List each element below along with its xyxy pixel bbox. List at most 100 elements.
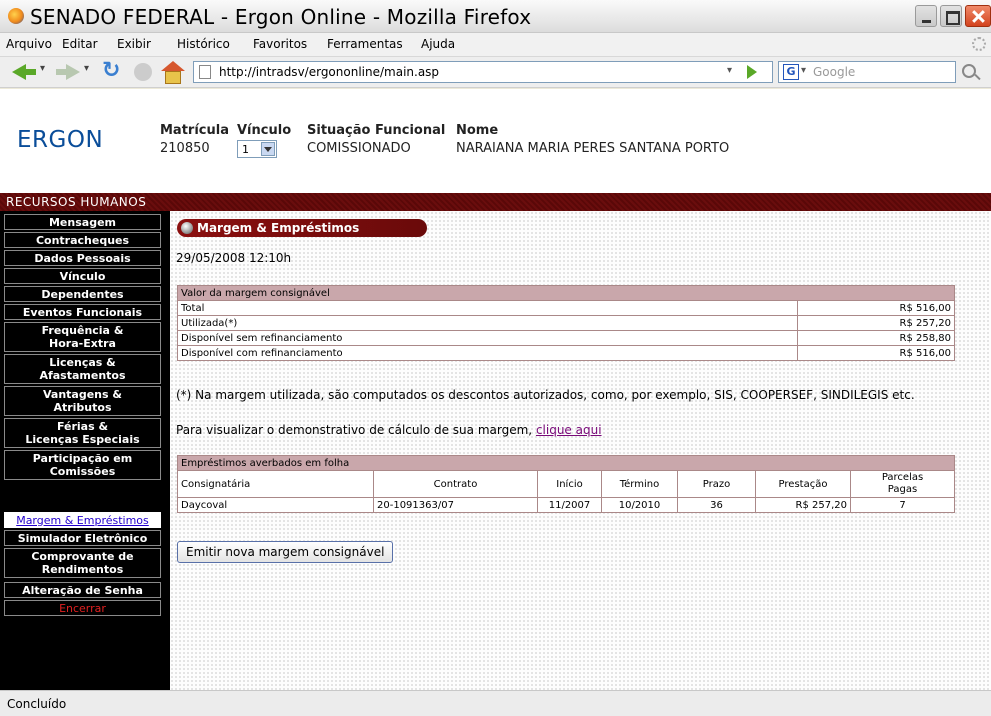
loans-table-caption: Empréstimos averbados em folha: [177, 455, 955, 471]
search-box[interactable]: G ▾ Google: [778, 61, 956, 83]
sidebar-item-eventos-funcionais[interactable]: Eventos Funcionais: [4, 304, 161, 320]
section-title-tab: Margem & Empréstimos: [177, 219, 427, 237]
stop-icon[interactable]: [132, 61, 154, 83]
recursos-humanos-label: RECURSOS HUMANOS: [6, 195, 147, 209]
col-header-contrato: Contrato: [373, 470, 538, 498]
google-icon[interactable]: G: [783, 64, 799, 80]
margin-footnote: (*) Na margem utilizada, são computados …: [176, 388, 915, 402]
forward-history-dropdown[interactable]: [84, 61, 92, 83]
nome-label: Nome: [456, 123, 499, 138]
reload-icon[interactable]: [100, 58, 124, 83]
sidebar-item-vantagens[interactable]: Vantagens & Atributos: [4, 386, 161, 416]
section-title: Margem & Empréstimos: [197, 221, 360, 235]
col-header-parcelas: Parcelas Pagas: [850, 470, 955, 498]
situacao-label: Situação Funcional: [307, 123, 446, 138]
table-header-row: Consignatária Contrato Início Término Pr…: [177, 470, 955, 498]
sidebar-item-frequencia[interactable]: Frequência & Hora-Extra: [4, 322, 161, 352]
menu-editar[interactable]: Editar: [62, 37, 98, 51]
margin-row-value: R$ 257,20: [797, 315, 955, 331]
nome-value: NARAIANA MARIA PERES SANTANA PORTO: [456, 141, 730, 156]
vinculo-value: 1: [242, 143, 249, 156]
magnifier-icon[interactable]: [962, 64, 976, 78]
table-row: Disponível sem refinanciamento R$ 258,80: [177, 330, 955, 346]
col-header-prestacao: Prestação: [755, 470, 851, 498]
sidebar-item-licencas[interactable]: Licenças & Afastamentos: [4, 354, 161, 384]
margin-row-label: Disponível com refinanciamento: [177, 345, 798, 361]
situacao-value: COMISSIONADO: [307, 141, 411, 156]
margin-row-label: Utilizada(*): [177, 315, 798, 331]
minimize-button[interactable]: [915, 5, 937, 27]
table-row: Utilizada(*) R$ 257,20: [177, 315, 955, 331]
sidebar-item-participacao[interactable]: Participação em Comissões: [4, 450, 161, 480]
home-icon[interactable]: [160, 61, 186, 84]
table-row: Disponível com refinanciamento R$ 516,00: [177, 345, 955, 361]
menu-favoritos[interactable]: Favoritos: [253, 37, 307, 51]
sidebar-item-ferias[interactable]: Férias & Licenças Especiais: [4, 418, 161, 448]
chevron-down-icon[interactable]: [261, 142, 275, 156]
col-header-termino: Término: [601, 470, 678, 498]
sidebar-item-vinculo[interactable]: Vínculo: [4, 268, 161, 284]
address-bar[interactable]: http://intradsv/ergononline/main.asp ▾: [193, 61, 773, 83]
menu-ajuda[interactable]: Ajuda: [421, 37, 455, 51]
sidebar-item-mensagem[interactable]: Mensagem: [4, 214, 161, 230]
cell-prestacao: R$ 257,20: [755, 497, 851, 513]
ergon-logo: ERGON: [17, 127, 104, 153]
table-row: Daycoval 20-1091363/07 11/2007 10/2010 3…: [177, 497, 955, 513]
margin-row-value: R$ 516,00: [797, 345, 955, 361]
sidebar-item-contracheques[interactable]: Contracheques: [4, 232, 161, 248]
close-window-button[interactable]: [965, 5, 991, 27]
matricula-value: 210850: [160, 141, 210, 156]
matricula-block: Matrícula 210850: [160, 123, 229, 156]
col-header-consignataria: Consignatária: [177, 470, 374, 498]
page-header: ERGON Matrícula 210850 Vínculo 1 Situaçã…: [0, 89, 991, 193]
cell-consignataria: Daycoval: [177, 497, 374, 513]
calc-paragraph: Para visualizar o demonstrativo de cálcu…: [176, 423, 602, 437]
cell-prazo: 36: [677, 497, 756, 513]
margin-table-caption: Valor da margem consignável: [177, 285, 955, 301]
sidebar-menu: Mensagem Contracheques Dados Pessoais Ví…: [0, 211, 170, 690]
menu-arquivo[interactable]: Arquivo: [6, 37, 52, 51]
forward-button[interactable]: [54, 61, 80, 83]
cell-inicio: 11/2007: [537, 497, 602, 513]
navigation-toolbar: http://intradsv/ergononline/main.asp ▾ G…: [0, 57, 991, 88]
url-dropdown-icon[interactable]: ▾: [727, 65, 732, 76]
section-band: RECURSOS HUMANOS: [0, 193, 991, 211]
sidebar-item-dados-pessoais[interactable]: Dados Pessoais: [4, 250, 161, 266]
window-titlebar: SENADO FEDERAL - Ergon Online - Mozilla …: [0, 0, 991, 33]
maximize-button[interactable]: [940, 5, 962, 27]
menu-exibir[interactable]: Exibir: [117, 37, 151, 51]
margin-row-label: Disponível sem refinanciamento: [177, 330, 798, 346]
main-content: Margem & Empréstimos 29/05/2008 12:10h V…: [170, 211, 991, 690]
cell-termino: 10/2010: [601, 497, 678, 513]
status-text: Concluído: [7, 697, 67, 711]
vinculo-select[interactable]: 1: [237, 140, 277, 158]
margin-row-value: R$ 516,00: [797, 300, 955, 316]
page-icon: [199, 65, 211, 79]
vinculo-label: Vínculo: [237, 123, 292, 138]
nome-block: Nome NARAIANA MARIA PERES SANTANA PORTO: [456, 123, 729, 156]
timestamp: 29/05/2008 12:10h: [176, 251, 292, 265]
margin-row-label: Total: [177, 300, 798, 316]
back-button[interactable]: [12, 61, 38, 83]
sidebar-item-encerrar[interactable]: Encerrar: [4, 600, 161, 616]
go-arrow-icon[interactable]: [747, 65, 757, 79]
sidebar-item-simulador[interactable]: Simulador Eletrônico: [4, 530, 161, 546]
sidebar-item-dependentes[interactable]: Dependentes: [4, 286, 161, 302]
search-engine-dropdown-icon[interactable]: ▾: [801, 65, 806, 76]
col-header-inicio: Início: [537, 470, 602, 498]
bullet-icon: [181, 222, 193, 234]
back-history-dropdown[interactable]: [40, 61, 48, 83]
sidebar-item-alteracao-senha[interactable]: Alteração de Senha: [4, 582, 161, 598]
margin-row-value: R$ 258,80: [797, 330, 955, 346]
calc-text: Para visualizar o demonstrativo de cálcu…: [176, 423, 533, 437]
status-bar: Concluído: [0, 690, 991, 716]
margin-table: Valor da margem consignável Total R$ 516…: [177, 285, 955, 361]
calc-link[interactable]: clique aqui: [536, 423, 602, 437]
url-text: http://intradsv/ergononline/main.asp: [219, 65, 440, 79]
sidebar-item-comprovante[interactable]: Comprovante de Rendimentos: [4, 548, 161, 578]
cell-parcelas: 7: [850, 497, 955, 513]
menu-ferramentas[interactable]: Ferramentas: [327, 37, 403, 51]
sidebar-item-margem[interactable]: Margem & Empréstimos: [4, 512, 161, 528]
menu-historico[interactable]: Histórico: [177, 37, 230, 51]
emit-margin-button[interactable]: Emitir nova margem consignável: [177, 541, 394, 563]
